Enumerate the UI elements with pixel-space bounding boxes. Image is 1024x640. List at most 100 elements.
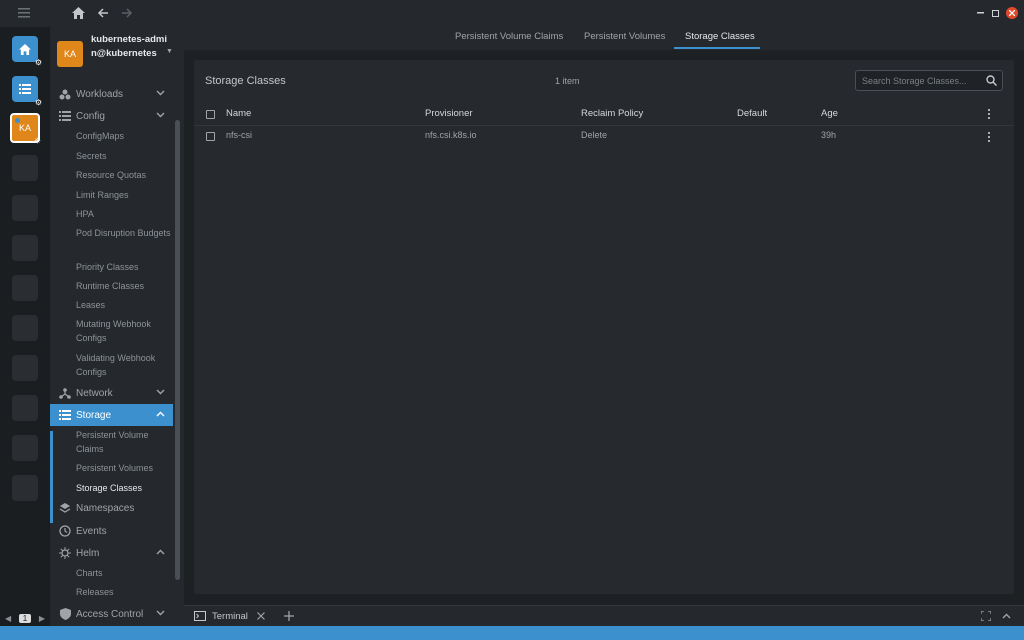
sidebar: KA kubernetes-admin@kubernetes ▼ Workloa… <box>50 27 184 626</box>
sidebar-subitem-pod-disruption-budgets[interactable]: Pod Disruption Budgets <box>76 226 172 240</box>
sidebar-subitem-resource-quotas[interactable]: Resource Quotas <box>76 168 172 182</box>
cell-age: 39h <box>821 130 837 140</box>
sidebar-item-network[interactable]: Network <box>50 382 173 404</box>
fullscreen-icon[interactable] <box>980 610 992 622</box>
sidebar-subitem-releases[interactable]: Releases <box>76 585 172 599</box>
sidebar-subitem-configmaps[interactable]: ConfigMaps <box>76 129 172 143</box>
hotbar-empty-slot[interactable] <box>12 195 38 221</box>
sidebar-subitem-mutating-webhook-configs[interactable]: Mutating Webhook Configs <box>76 317 172 345</box>
sidebar-item-namespaces[interactable]: Namespaces <box>50 497 173 519</box>
sidebar-item-label: Config <box>76 110 105 122</box>
sidebar-item-workloads[interactable]: Workloads <box>50 83 173 105</box>
hotbar-empty-slot[interactable] <box>12 235 38 261</box>
cluster-header[interactable]: KA kubernetes-admin@kubernetes ▼ <box>50 27 184 83</box>
hotbar-home-button[interactable]: ⚙ <box>12 36 42 67</box>
gear-icon: ⚙ <box>34 58 43 67</box>
tab-persistent-volume-claims[interactable]: Persistent Volume Claims <box>455 31 563 47</box>
chevron-up-icon[interactable] <box>1000 610 1012 622</box>
clock-icon <box>58 524 72 538</box>
sidebar-subitem-persistent-volumes[interactable]: Persistent Volumes <box>76 461 172 475</box>
hotbar-cluster-button[interactable]: KA ⎈ <box>10 113 41 145</box>
home-icon[interactable] <box>70 5 86 21</box>
sidebar-item-events[interactable]: Events <box>50 520 173 542</box>
column-reclaim-policy[interactable]: Reclaim Policy <box>581 108 643 119</box>
sidebar-item-config[interactable]: Config <box>50 105 173 127</box>
tab-persistent-volumes[interactable]: Persistent Volumes <box>584 31 665 47</box>
search-icon[interactable] <box>986 75 998 87</box>
hotbar: ⚙ ⚙ KA ⎈ <box>0 27 50 626</box>
sidebar-subitem-charts[interactable]: Charts <box>76 566 172 580</box>
chevron-up-icon <box>155 409 165 419</box>
close-window-icon[interactable] <box>1006 7 1018 19</box>
sidebar-subitem-hpa[interactable]: HPA <box>76 207 172 221</box>
chevron-down-icon <box>155 387 165 397</box>
hotbar-empty-slot[interactable] <box>12 395 38 421</box>
search-input[interactable] <box>862 74 980 88</box>
cell-reclaim-policy: Delete <box>581 130 608 140</box>
minimize-icon[interactable] <box>974 7 986 19</box>
hotbar-empty-slot[interactable] <box>12 275 38 301</box>
row-menu-icon[interactable] <box>984 130 994 144</box>
hotbar-empty-slot[interactable] <box>12 475 38 501</box>
sidebar-item-label: Namespaces <box>76 502 135 514</box>
hotbar-catalog-button[interactable]: ⚙ <box>12 76 42 107</box>
column-menu-icon[interactable] <box>984 107 994 121</box>
sidebar-scrollbar[interactable] <box>175 120 180 580</box>
sidebar-subitem-persistent-volume-claims[interactable]: Persistent Volume Claims <box>76 428 172 456</box>
chevron-down-icon <box>155 110 165 120</box>
sidebar-item-helm[interactable]: Helm <box>50 542 173 564</box>
sidebar-item-label: Access Control <box>76 608 144 620</box>
sidebar-item-label: Network <box>76 387 113 399</box>
network-icon <box>58 386 72 400</box>
tab-bar: Persistent Volume Claims Persistent Volu… <box>184 27 1024 50</box>
column-default[interactable]: Default <box>737 108 767 119</box>
hotbar-empty-slot[interactable] <box>12 315 38 341</box>
sidebar-subitem-storage-classes[interactable]: Storage Classes <box>76 481 172 495</box>
cell-name: nfs-csi <box>226 130 253 140</box>
table-row[interactable]: nfs-csi nfs.csi.k8s.io Delete 39h <box>194 127 1014 147</box>
hotbar-empty-slot[interactable] <box>12 435 38 461</box>
sidebar-item-access-control[interactable]: Access Control <box>50 603 173 625</box>
active-tab-indicator <box>674 47 760 49</box>
hotbar-empty-slot[interactable] <box>12 355 38 381</box>
sidebar-item-storage[interactable]: Storage <box>50 404 173 426</box>
row-checkbox[interactable] <box>206 132 215 141</box>
table-header: Name Provisioner Reclaim Policy Default … <box>194 102 1014 126</box>
pager-prev-icon[interactable]: ◀ <box>5 614 11 623</box>
forward-arrow-icon[interactable] <box>119 5 135 21</box>
caret-down-icon[interactable]: ▼ <box>166 48 173 55</box>
sidebar-subitem-validating-webhook-configs[interactable]: Validating Webhook Configs <box>76 351 172 379</box>
sidebar-item-label: Storage <box>76 409 112 421</box>
sidebar-subitem-priority-classes[interactable]: Priority Classes <box>76 260 172 274</box>
page-title: Storage Classes <box>205 75 286 87</box>
status-dot <box>15 118 20 123</box>
chevron-up-icon <box>155 547 165 557</box>
helm-wheel-icon: ⎈ <box>34 136 41 145</box>
sidebar-item-label: Helm <box>76 547 100 559</box>
shield-icon <box>58 607 72 621</box>
chevron-down-icon <box>155 608 165 618</box>
sidebar-subitem-secrets[interactable]: Secrets <box>76 149 172 163</box>
menu-icon[interactable] <box>16 5 32 21</box>
sidebar-subitem-runtime-classes[interactable]: Runtime Classes <box>76 279 172 293</box>
maximize-icon[interactable] <box>989 7 1001 19</box>
chevron-down-icon <box>155 88 165 98</box>
gear-icon: ⚙ <box>34 98 43 107</box>
pager-next-icon[interactable]: ▶ <box>39 614 45 623</box>
select-all-checkbox[interactable] <box>206 110 215 119</box>
sidebar-subitem-leases[interactable]: Leases <box>76 298 172 312</box>
list-icon <box>58 109 72 123</box>
sidebar-subitem-limit-ranges[interactable]: Limit Ranges <box>76 188 172 202</box>
workloads-icon <box>58 87 72 101</box>
column-provisioner[interactable]: Provisioner <box>425 108 473 119</box>
cluster-avatar: KA <box>57 41 83 67</box>
back-arrow-icon[interactable] <box>95 5 111 21</box>
tab-storage-classes[interactable]: Storage Classes <box>685 31 755 47</box>
close-icon[interactable] <box>256 612 265 620</box>
add-tab-icon[interactable] <box>283 610 295 622</box>
hotbar-empty-slot[interactable] <box>12 155 38 181</box>
search-box[interactable] <box>855 70 1003 91</box>
dock-tab-terminal[interactable]: Terminal <box>194 606 265 626</box>
column-age[interactable]: Age <box>821 108 838 119</box>
column-name[interactable]: Name <box>226 108 251 119</box>
